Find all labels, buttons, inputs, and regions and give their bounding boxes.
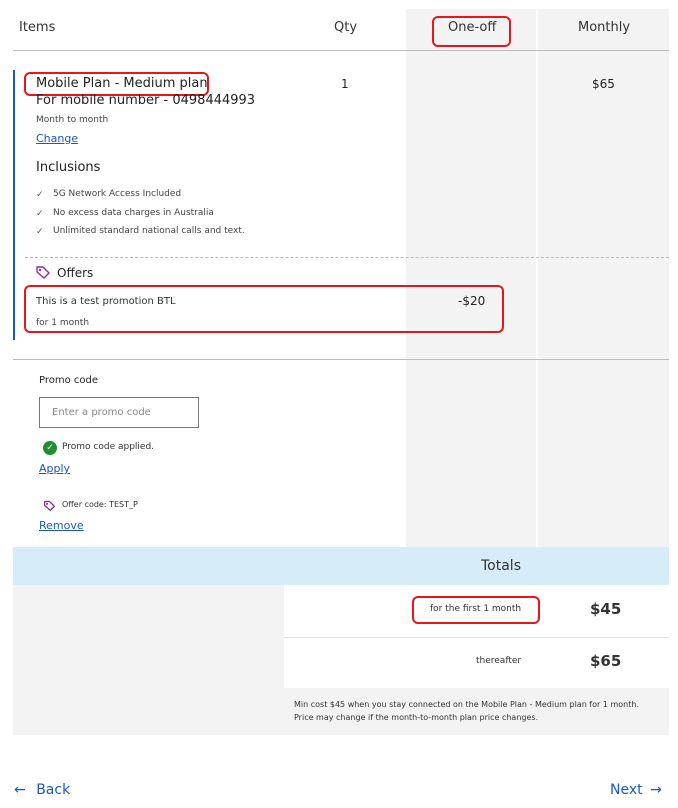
totals-disclaimer-panel: [284, 688, 669, 735]
plan-monthly-price: $65: [592, 77, 615, 91]
plan-term: Month to month: [36, 115, 109, 125]
promo-code-input[interactable]: [39, 397, 199, 428]
inclusion-item: Unlimited standard national calls and te…: [53, 226, 245, 236]
total-row-first-amount: $45: [590, 600, 622, 618]
next-button[interactable]: Next →: [610, 782, 662, 798]
header-qty: Qty: [334, 20, 358, 35]
back-button[interactable]: ← Back: [14, 782, 70, 798]
annotation-offer: [24, 285, 504, 333]
promo-code-label: Promo code: [39, 375, 99, 386]
inclusion-item: 5G Network Access Included: [53, 189, 182, 199]
promo-applied-message: Promo code applied.: [62, 442, 155, 452]
totals-row-divider: [284, 637, 669, 638]
arrow-left-icon: ←: [14, 782, 26, 798]
header-items: Items: [19, 20, 56, 35]
inclusion-item: No excess data charges in Australia: [53, 208, 214, 218]
success-check-icon: ✓: [43, 441, 57, 455]
totals-disclaimer-line2: Price may change if the month-to-month p…: [294, 713, 539, 722]
plan-section-divider: [13, 359, 669, 360]
arrow-right-icon: →: [650, 782, 662, 798]
check-icon: ✓: [36, 227, 44, 237]
plan-accent-bar: [13, 70, 15, 340]
inclusions-heading: Inclusions: [36, 160, 101, 175]
header-divider: [13, 50, 669, 51]
offer-code-text: Offer code: TEST_P: [62, 500, 138, 509]
one-off-column-bg: [406, 9, 536, 547]
back-label: Back: [36, 782, 71, 798]
change-plan-link[interactable]: Change: [36, 132, 78, 145]
remove-promo-link[interactable]: Remove: [39, 519, 84, 532]
total-row-thereafter-amount: $65: [590, 652, 622, 670]
header-monthly: Monthly: [578, 20, 631, 35]
totals-left-panel: [13, 585, 284, 735]
totals-heading: Totals: [481, 558, 521, 574]
offer-code-tag-icon: [43, 497, 56, 512]
offers-divider: [25, 257, 669, 258]
totals-disclaimer-line1: Min cost $45 when you stay connected on …: [294, 700, 639, 709]
check-icon: ✓: [36, 209, 44, 219]
next-label: Next: [610, 782, 643, 798]
offers-heading: Offers: [57, 266, 94, 280]
annotation-one-off: [432, 16, 511, 47]
check-icon: ✓: [36, 190, 44, 200]
plan-qty: 1: [341, 77, 349, 91]
total-row-thereafter-label: thereafter: [476, 656, 522, 666]
apply-promo-link[interactable]: Apply: [39, 462, 70, 475]
plan-number-line: For mobile number - 0498444993: [36, 93, 256, 108]
annotation-first-month: [412, 596, 540, 624]
totals-header-bar: [13, 547, 669, 585]
offer-tag-icon: [35, 264, 51, 280]
